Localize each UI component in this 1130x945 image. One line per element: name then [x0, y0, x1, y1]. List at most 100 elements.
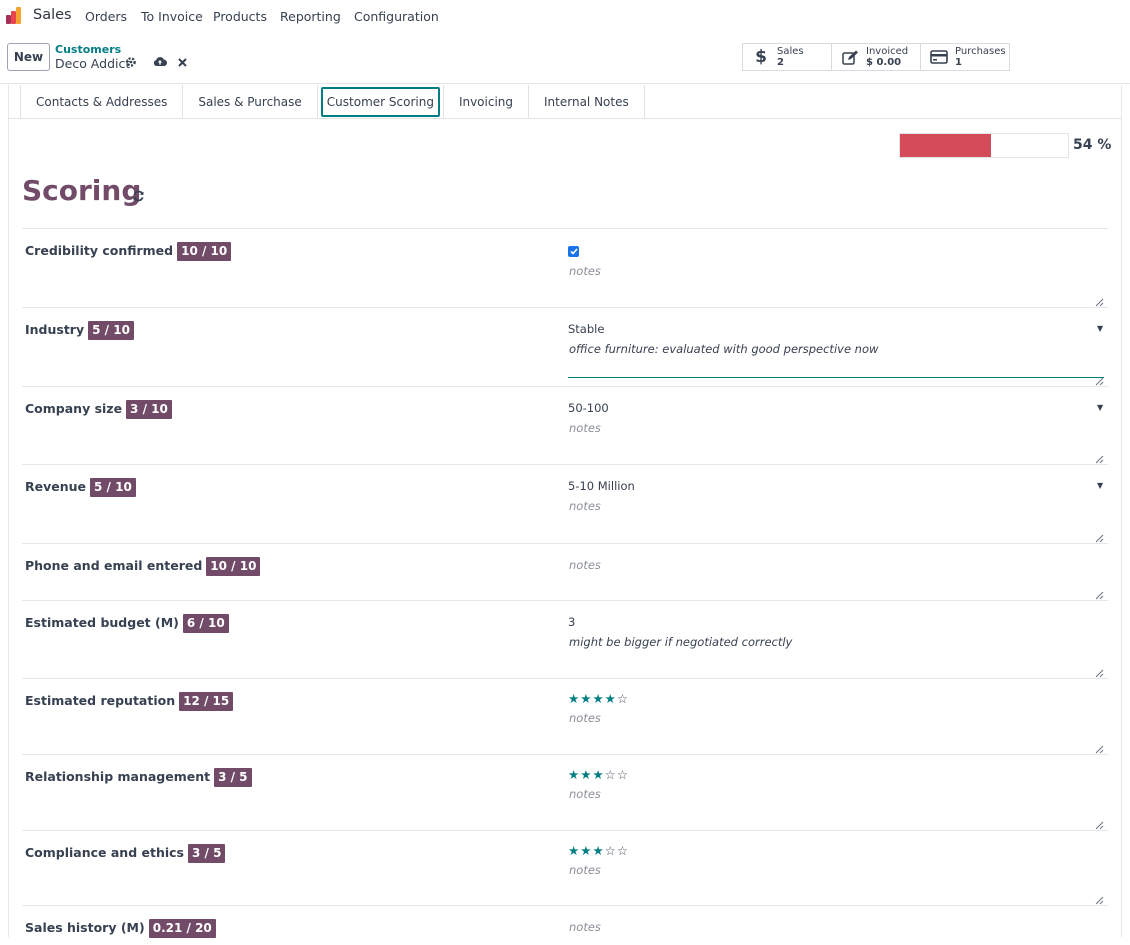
- dropdown-caret-icon[interactable]: ▼: [1097, 481, 1103, 490]
- app-name[interactable]: Sales: [33, 7, 72, 23]
- score-badge: 3 / 5: [214, 768, 252, 787]
- star-filled-icon[interactable]: ★: [592, 767, 604, 782]
- smart-button-sales[interactable]: $ Sales 2: [742, 43, 832, 71]
- budget-input[interactable]: 3: [568, 615, 575, 629]
- criterion-label: Phone and email entered: [25, 558, 203, 573]
- tab-contacts-addresses[interactable]: Contacts & Addresses: [20, 85, 184, 119]
- breadcrumb-current: Deco Addict: [55, 56, 131, 71]
- notes-field[interactable]: notes: [569, 920, 601, 934]
- scoring-row: Company size 3 / 10 50-100 ▼ notes: [22, 386, 1108, 464]
- refresh-icon[interactable]: [132, 187, 145, 206]
- criterion-label: Estimated reputation: [25, 693, 176, 708]
- menu-configuration[interactable]: Configuration: [354, 9, 439, 24]
- tab-sales-purchase[interactable]: Sales & Purchase: [182, 85, 318, 119]
- control-panel: New Customers Deco Addict $ Sales 2 Invo…: [0, 32, 1130, 84]
- discard-close-icon[interactable]: [178, 56, 187, 70]
- star-filled-icon[interactable]: ★: [580, 691, 592, 706]
- star-empty-icon[interactable]: ☆: [617, 767, 629, 782]
- scoring-row-label: Estimated reputation 12 / 15: [25, 692, 234, 711]
- notes-field[interactable]: notes: [569, 787, 601, 801]
- textarea-resize-handle-icon[interactable]: [1095, 585, 1104, 600]
- criterion-label: Compliance and ethics: [25, 845, 184, 860]
- scoring-row-label: Phone and email entered 10 / 10: [25, 557, 261, 576]
- credibility-checkbox[interactable]: [568, 246, 579, 257]
- gear-icon[interactable]: [125, 56, 137, 71]
- menu-orders[interactable]: Orders: [85, 9, 127, 24]
- star-filled-icon[interactable]: ★: [592, 843, 604, 858]
- criterion-select[interactable]: Stable: [568, 322, 604, 336]
- smart-sales-value: 2: [777, 57, 784, 68]
- star-filled-icon[interactable]: ★: [605, 691, 617, 706]
- criterion-label: Relationship management: [25, 769, 211, 784]
- star-filled-icon[interactable]: ★: [568, 843, 580, 858]
- scoring-row: Compliance and ethics 3 / 5 ★★★☆☆ notes: [22, 830, 1108, 905]
- credit-card-icon: [929, 50, 949, 64]
- smart-button-invoiced[interactable]: Invoiced $ 0.00: [831, 43, 921, 71]
- star-empty-icon[interactable]: ☆: [617, 691, 629, 706]
- dropdown-caret-icon[interactable]: ▼: [1097, 403, 1103, 412]
- criterion-select[interactable]: 5-10 Million: [568, 479, 635, 493]
- textarea-resize-handle-icon[interactable]: [1095, 815, 1104, 830]
- textarea-resize-handle-icon[interactable]: [1095, 528, 1104, 543]
- textarea-resize-handle-icon[interactable]: [1095, 890, 1104, 905]
- star-rating[interactable]: ★★★☆☆: [568, 767, 629, 782]
- cloud-upload-icon[interactable]: [153, 56, 167, 70]
- smart-button-purchases[interactable]: Purchases 1: [920, 43, 1010, 71]
- textarea-resize-handle-icon[interactable]: [1095, 449, 1104, 464]
- dollar-icon: $: [755, 47, 767, 67]
- notes-field[interactable]: notes: [569, 558, 601, 572]
- scoring-row-label: Compliance and ethics 3 / 5: [25, 844, 226, 863]
- star-filled-icon[interactable]: ★: [568, 767, 580, 782]
- score-badge: 3 / 5: [188, 844, 226, 863]
- menu-to-invoice[interactable]: To Invoice: [141, 9, 203, 24]
- dropdown-caret-icon[interactable]: ▼: [1097, 324, 1103, 333]
- menu-reporting[interactable]: Reporting: [280, 9, 341, 24]
- star-empty-icon[interactable]: ☆: [605, 767, 617, 782]
- notes-field[interactable]: notes: [569, 711, 601, 725]
- notes-field[interactable]: office furniture: evaluated with good pe…: [569, 342, 878, 356]
- new-button[interactable]: New: [7, 43, 50, 71]
- criterion-label: Sales history (M): [25, 920, 145, 935]
- criterion-select[interactable]: 50-100: [568, 401, 609, 415]
- textarea-resize-handle-icon[interactable]: [1095, 739, 1104, 754]
- sales-app-icon[interactable]: [6, 7, 26, 24]
- tab-invoicing[interactable]: Invoicing: [442, 85, 530, 119]
- star-empty-icon[interactable]: ☆: [617, 843, 629, 858]
- notes-field[interactable]: notes: [569, 863, 601, 877]
- menu-products[interactable]: Products: [213, 9, 267, 24]
- star-rating[interactable]: ★★★☆☆: [568, 843, 629, 858]
- star-rating[interactable]: ★★★★☆: [568, 691, 629, 706]
- criterion-label: Company size: [25, 401, 123, 416]
- score-badge: 6 / 10: [182, 614, 229, 633]
- notes-field[interactable]: notes: [569, 421, 601, 435]
- smart-purchases-value: 1: [955, 57, 962, 68]
- score-badge: 3 / 10: [126, 400, 172, 419]
- star-filled-icon[interactable]: ★: [592, 691, 604, 706]
- score-badge: 12 / 15: [179, 692, 234, 711]
- notes-field[interactable]: might be bigger if negotiated correctly: [569, 635, 792, 649]
- star-filled-icon[interactable]: ★: [568, 691, 580, 706]
- smart-purchases-label: Purchases: [955, 46, 1006, 57]
- scoring-row-label: Sales history (M) 0.21 / 20: [25, 919, 216, 938]
- scoring-row: Phone and email entered 10 / 10 notes: [22, 543, 1108, 600]
- notes-field[interactable]: notes: [569, 499, 601, 513]
- tab-customer-scoring[interactable]: Customer Scoring: [320, 87, 440, 117]
- textarea-resize-handle-icon[interactable]: [1095, 292, 1104, 307]
- textarea-resize-handle-icon[interactable]: [1095, 371, 1104, 386]
- focused-field-underline: [568, 377, 1104, 378]
- scoring-row-label: Credibility confirmed 10 / 10: [25, 242, 232, 261]
- scoring-row: Industry 5 / 10 Stable ▼ office furniture: e…: [22, 307, 1108, 386]
- criterion-label: Estimated budget (M): [25, 615, 179, 630]
- star-filled-icon[interactable]: ★: [580, 767, 592, 782]
- tab-internal-notes[interactable]: Internal Notes: [528, 85, 645, 119]
- smart-sales-label: Sales: [777, 46, 804, 57]
- breadcrumb-customers[interactable]: Customers: [55, 43, 121, 56]
- notes-field[interactable]: notes: [569, 264, 601, 278]
- star-empty-icon[interactable]: ☆: [605, 843, 617, 858]
- score-badge: 0.21 / 20: [148, 919, 216, 938]
- textarea-resize-handle-icon[interactable]: [1095, 663, 1104, 678]
- star-filled-icon[interactable]: ★: [580, 843, 592, 858]
- smart-invoiced-value: $ 0.00: [866, 57, 902, 68]
- scoring-row: Relationship management 3 / 5 ★★★☆☆ notes: [22, 754, 1108, 830]
- pencil-square-icon: [840, 50, 860, 65]
